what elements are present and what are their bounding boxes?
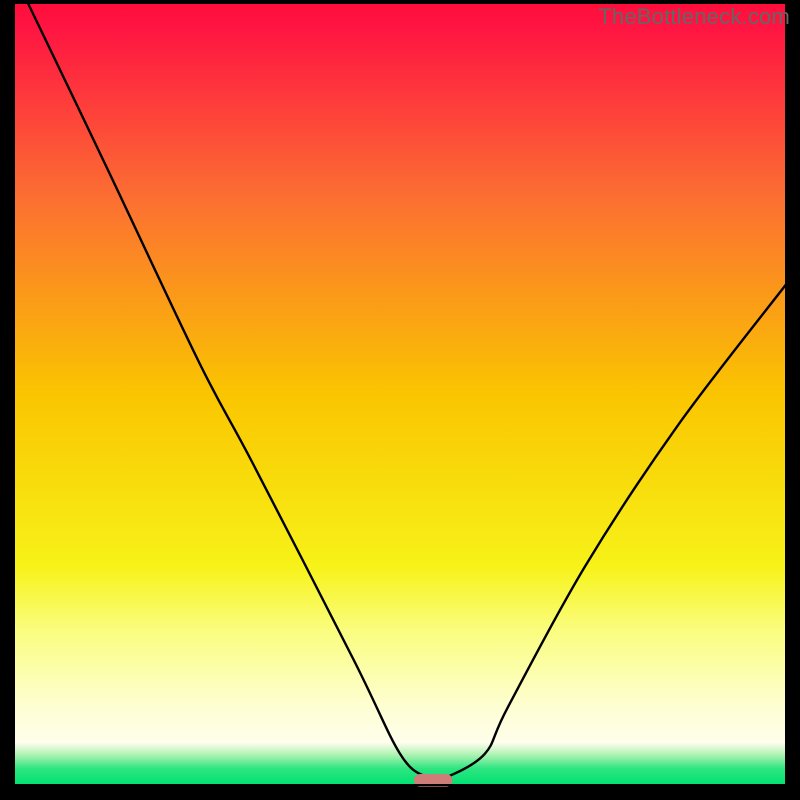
bottleneck-chart: TheBottleneck.com [0,0,800,800]
plot-background [14,3,786,785]
watermark-text: TheBottleneck.com [598,4,790,30]
chart-canvas [0,0,800,800]
